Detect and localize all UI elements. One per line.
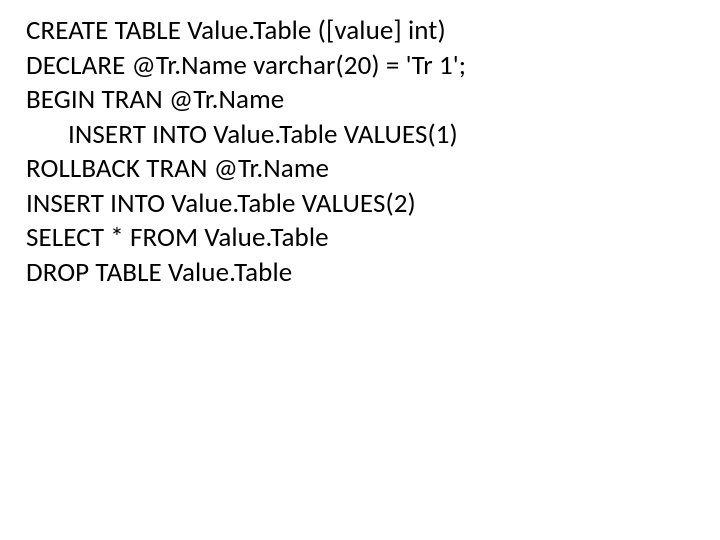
code-line: ROLLBACK TRAN @Tr.Name — [26, 152, 720, 187]
code-line: INSERT INTO Value.Table VALUES(1) — [26, 118, 720, 153]
code-line: BEGIN TRAN @Tr.Name — [26, 83, 720, 118]
code-line: SELECT * FROM Value.Table — [26, 221, 720, 256]
sql-code-block: CREATE TABLE Value.Table ([value] int) D… — [26, 14, 720, 290]
code-line: INSERT INTO Value.Table VALUES(2) — [26, 187, 720, 222]
slide-content: CREATE TABLE Value.Table ([value] int) D… — [0, 0, 720, 540]
code-line: CREATE TABLE Value.Table ([value] int) — [26, 14, 720, 49]
code-line: DROP TABLE Value.Table — [26, 256, 720, 291]
code-line: DECLARE @Tr.Name varchar(20) = 'Tr 1'; — [26, 49, 720, 84]
